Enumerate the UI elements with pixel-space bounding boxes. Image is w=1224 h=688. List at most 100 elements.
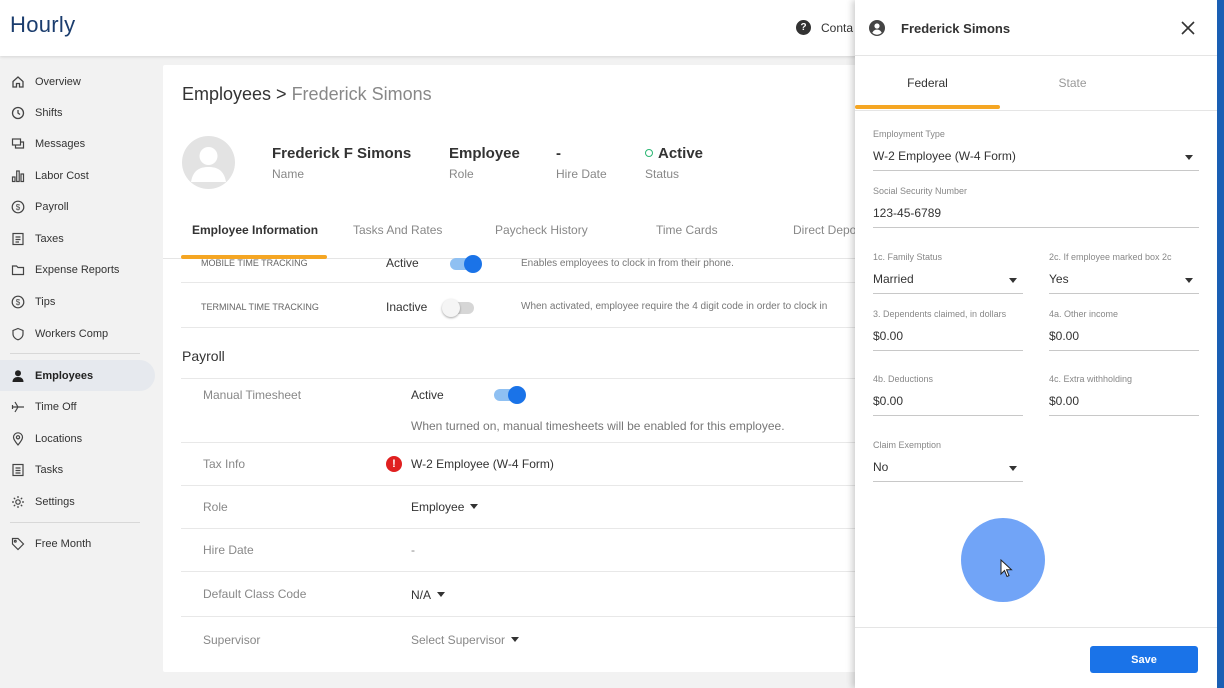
tab-federal[interactable]: Federal: [855, 76, 1000, 90]
other-income-field[interactable]: 4a. Other income $0.00: [1049, 309, 1199, 351]
help-icon[interactable]: ?: [796, 20, 811, 35]
sidebar-item-label: Tasks: [35, 463, 64, 476]
close-icon[interactable]: [1179, 19, 1197, 37]
terminal-tracking-toggle[interactable]: [442, 299, 474, 317]
family-status-value: Married: [873, 272, 914, 286]
role-label: Role: [203, 500, 228, 514]
breadcrumb-parent[interactable]: Employees: [182, 84, 271, 104]
alert-icon: !: [386, 456, 402, 472]
sidebar-item-tasks[interactable]: Tasks: [0, 454, 155, 485]
sidebar-item-settings[interactable]: Settings: [0, 486, 155, 517]
family-status-label: 1c. Family Status: [873, 252, 943, 262]
employee-role: Employee: [449, 145, 520, 162]
sidebar-item-label: Time Off: [35, 400, 77, 413]
chevron-down-icon: [1009, 466, 1017, 471]
clock-icon: [10, 105, 26, 121]
role-row: Role Employee: [181, 485, 863, 528]
sidebar-item-label: Settings: [35, 495, 75, 508]
employee-name: Frederick F Simons: [272, 145, 412, 162]
help-contact[interactable]: ? Conta: [796, 20, 853, 35]
employee-hire-date-label: Hire Date: [556, 167, 607, 181]
extra-withholding-value: $0.00: [1049, 394, 1080, 408]
mobile-tracking-state: Active: [386, 256, 419, 270]
mobile-tracking-toggle[interactable]: [450, 255, 482, 273]
employment-type-select[interactable]: Employment Type W-2 Employee (W-4 Form): [873, 129, 1199, 171]
panel-title: Frederick Simons: [901, 21, 1011, 36]
dollar-circle-icon: $: [10, 294, 26, 310]
sidebar-item-label: Messages: [35, 137, 86, 150]
chevron-down-icon: [437, 592, 446, 597]
list-icon: [10, 462, 26, 478]
sidebar-item-locations[interactable]: Locations: [0, 423, 155, 454]
default-class-code-select[interactable]: N/A: [411, 588, 446, 602]
tag-icon: [10, 536, 26, 552]
sidebar-item-overview[interactable]: Overview: [0, 66, 155, 97]
claim-exemption-label: Claim Exemption: [873, 440, 942, 450]
mobile-time-tracking-row: MOBILE TIME TRACKING Active Enables empl…: [181, 240, 863, 283]
shield-icon: [10, 326, 26, 342]
manual-timesheet-row: Manual Timesheet Active When turned on, …: [181, 378, 863, 442]
app-logo[interactable]: Hourly: [10, 12, 75, 38]
sidebar-item-label: Payroll: [35, 200, 69, 213]
window-edge-strip: [1217, 0, 1224, 688]
deductions-field[interactable]: 4b. Deductions $0.00: [873, 374, 1023, 416]
sidebar-item-expense-reports[interactable]: Expense Reports: [0, 254, 155, 285]
extra-withholding-label: 4c. Extra withholding: [1049, 374, 1133, 384]
dependents-field[interactable]: 3. Dependents claimed, in dollars $0.00: [873, 309, 1023, 351]
hire-date-row: Hire Date -: [181, 528, 863, 571]
sidebar-item-taxes[interactable]: Taxes: [0, 223, 155, 254]
sidebar-item-free-month[interactable]: Free Month: [0, 528, 155, 559]
chevron-down-icon: [1185, 278, 1193, 283]
hire-date-label: Hire Date: [203, 543, 254, 557]
breadcrumb: Employees > Frederick Simons: [182, 84, 432, 105]
dependents-value: $0.00: [873, 329, 904, 343]
sidebar-item-labor-cost[interactable]: Labor Cost: [0, 160, 155, 191]
manual-timesheet-toggle[interactable]: [494, 386, 526, 404]
sidebar-item-messages[interactable]: Messages: [0, 128, 155, 159]
save-button[interactable]: Save: [1090, 646, 1198, 673]
sidebar-item-label: Taxes: [35, 232, 64, 245]
active-tab-indicator: [855, 105, 1000, 109]
sidebar-item-workers-comp[interactable]: Workers Comp: [0, 318, 155, 349]
supervisor-label: Supervisor: [203, 633, 261, 647]
extra-withholding-field[interactable]: 4c. Extra withholding $0.00: [1049, 374, 1199, 416]
supervisor-select[interactable]: Select Supervisor: [411, 633, 520, 647]
sidebar-item-tips[interactable]: $ Tips: [0, 286, 155, 317]
other-income-label: 4a. Other income: [1049, 309, 1119, 319]
bar-chart-icon: [10, 168, 26, 184]
summary-role: Employee Role: [449, 145, 520, 181]
box-2c-select[interactable]: 2c. If employee marked box 2c Yes: [1049, 252, 1199, 294]
toggle-knob: [508, 386, 526, 404]
sidebar-item-label: Labor Cost: [35, 169, 89, 182]
employment-type-label: Employment Type: [873, 129, 945, 139]
employee-card: Employees > Frederick Simons Frederick F…: [163, 65, 863, 672]
tax-info-value[interactable]: W-2 Employee (W-4 Form): [411, 457, 554, 471]
sidebar-item-shifts[interactable]: Shifts: [0, 97, 155, 128]
help-label[interactable]: Conta: [821, 21, 853, 35]
claim-exemption-select[interactable]: Claim Exemption No: [873, 440, 1023, 482]
sidebar-item-payroll[interactable]: $ Payroll: [0, 191, 155, 222]
home-icon: [10, 74, 26, 90]
document-icon: [10, 231, 26, 247]
sidebar-item-label: Workers Comp: [35, 327, 109, 340]
employment-type-value: W-2 Employee (W-4 Form): [873, 149, 1016, 163]
role-select[interactable]: Employee: [411, 500, 479, 514]
panel-footer: Save: [855, 627, 1217, 688]
status-badge: Active: [645, 145, 703, 162]
sidebar: Overview Shifts Messages Labor Cost $ Pa…: [0, 56, 163, 688]
tax-info-row: Tax Info ! W-2 Employee (W-4 Form): [181, 442, 863, 485]
family-status-select[interactable]: 1c. Family Status Married: [873, 252, 1023, 294]
sidebar-item-time-off[interactable]: Time Off: [0, 391, 155, 422]
breadcrumb-current: Frederick Simons: [291, 84, 432, 104]
ssn-field[interactable]: Social Security Number 123-45-6789: [873, 186, 1199, 228]
summary-status: Active Status: [645, 145, 703, 181]
chevron-down-icon: [511, 637, 520, 642]
mouse-pointer-icon: [1000, 559, 1013, 578]
gear-icon: [10, 494, 26, 510]
sidebar-item-employees[interactable]: Employees: [0, 360, 155, 391]
hire-date-value[interactable]: -: [411, 543, 415, 557]
sidebar-item-label: Expense Reports: [35, 263, 120, 276]
other-income-value: $0.00: [1049, 329, 1080, 343]
terminal-tracking-label: TERMINAL TIME TRACKING: [201, 302, 319, 312]
tab-state[interactable]: State: [1000, 76, 1145, 90]
